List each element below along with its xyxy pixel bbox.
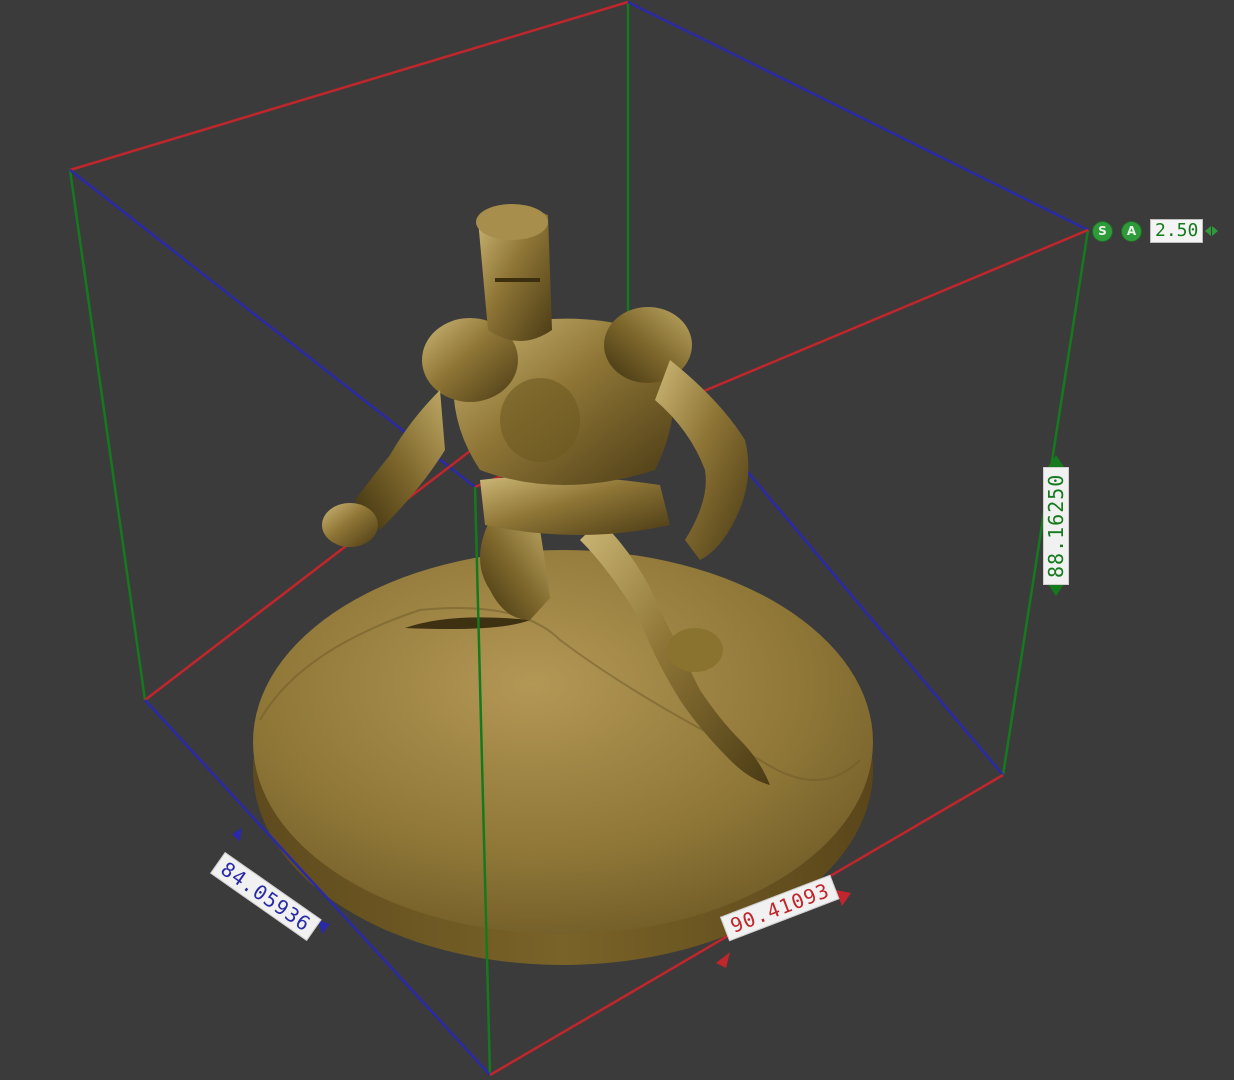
decrement-arrow-icon[interactable] [1205, 226, 1212, 236]
transform-gizmo-controls: S A 2.50 [1092, 219, 1219, 243]
snap-button[interactable]: S [1092, 220, 1113, 242]
angle-button[interactable]: A [1121, 220, 1142, 242]
3d-viewport[interactable]: 90.41093 84.05936 88.16250 S A 2.50 [0, 0, 1234, 1080]
step-value-field[interactable]: 2.50 [1150, 219, 1204, 243]
step-spinner[interactable] [1205, 226, 1219, 236]
dimension-z-label: 88.16250 [1043, 466, 1069, 585]
knight-model[interactable] [253, 204, 873, 965]
increment-arrow-icon[interactable] [1212, 226, 1219, 236]
